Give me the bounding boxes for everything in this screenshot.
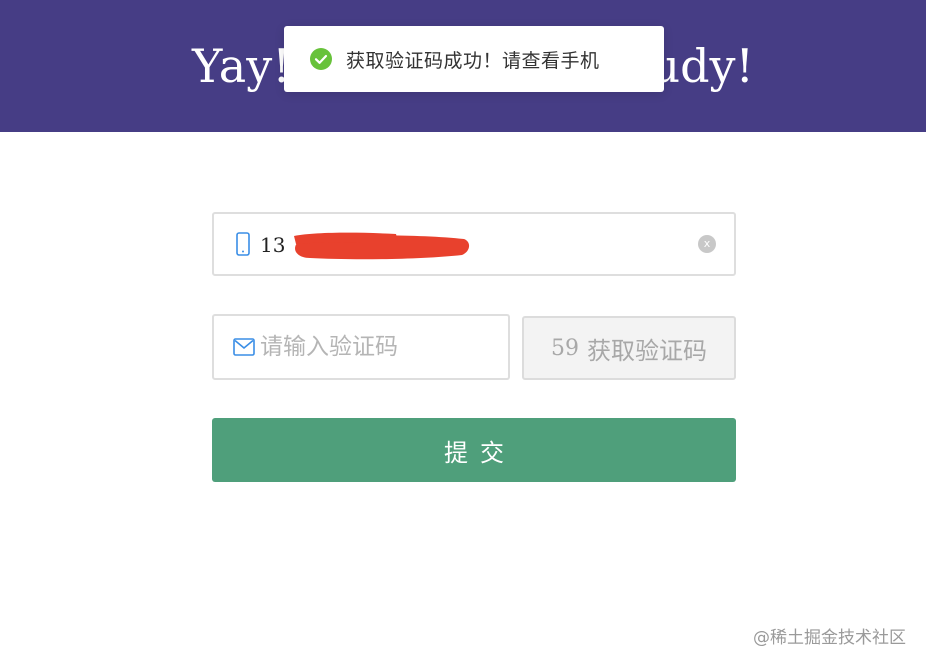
redaction-mark [294,232,470,260]
phone-value: 13 [260,233,286,257]
mobile-phone-icon [236,232,250,256]
mail-icon [233,338,255,356]
verification-code-input[interactable] [260,328,490,366]
success-toast: 获取验证码成功！请查看手机 [284,26,664,92]
countdown-seconds: 59 [551,335,579,361]
check-circle-icon [310,48,332,70]
get-code-label: 获取验证码 [587,336,707,365]
clear-icon[interactable]: x [698,235,716,253]
watermark: @稀土掘金技术社区 [753,628,906,648]
verification-code-field[interactable] [212,314,510,380]
submit-button[interactable]: 提交 [212,418,736,482]
phone-input[interactable]: 13 x [212,212,736,276]
header-title-right: udy! [650,39,754,93]
header-title-left: Yay! [192,39,291,93]
get-code-button[interactable]: 59 获取验证码 [522,316,736,380]
toast-message: 获取验证码成功！请查看手机 [346,49,600,72]
